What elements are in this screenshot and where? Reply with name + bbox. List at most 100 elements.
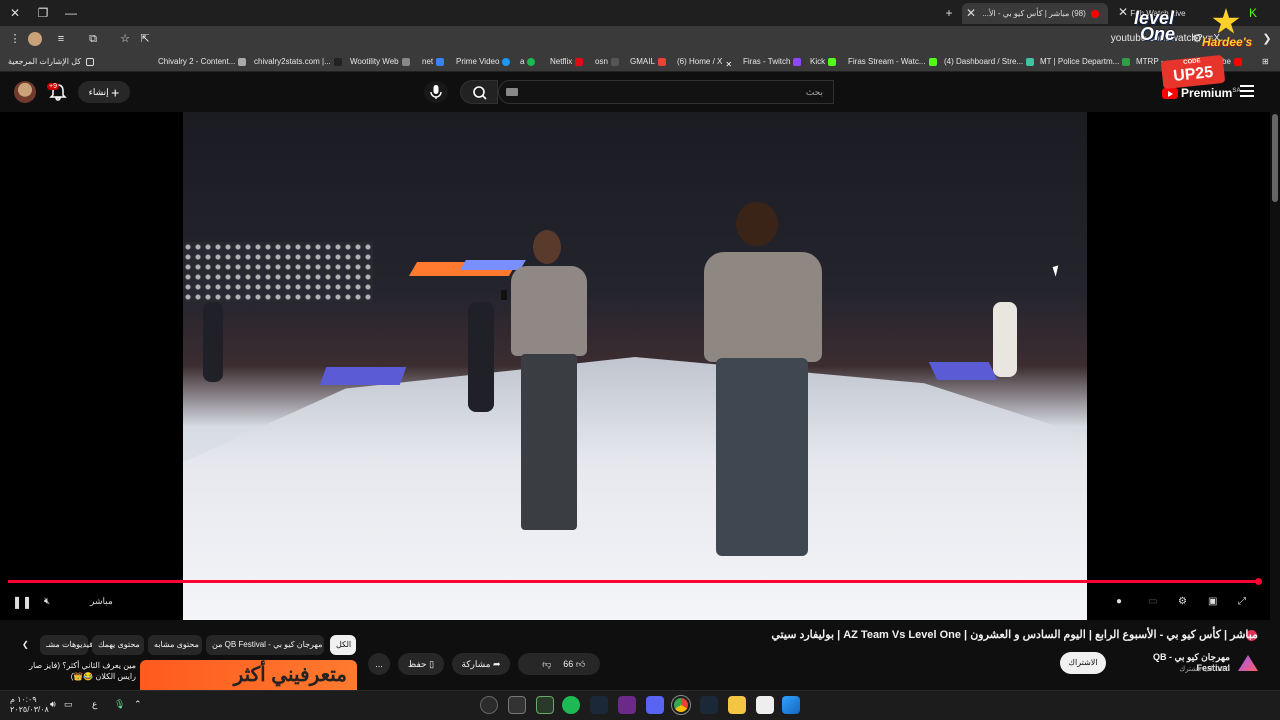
account-avatar[interactable] [14, 81, 36, 103]
netflix-icon [575, 57, 584, 66]
bookmark-star-icon[interactable]: ☆ [116, 30, 134, 48]
triangle-icon [436, 57, 445, 66]
xbox-app-icon[interactable] [536, 696, 554, 714]
install-app-icon[interactable]: ⇱ [136, 30, 154, 48]
suggested-video-thumbnail[interactable]: متعرفيني أكثر [140, 660, 357, 690]
chip-related[interactable]: محتوى مشابه [148, 635, 202, 655]
video-frame[interactable] [183, 112, 1087, 620]
bookmark-be[interactable]: be [1222, 55, 1245, 69]
browser-toolbar: ⋮ ≡ ⧉ ☆ ⇱ youtube.com/watch?v=X ⚙ ❯ [0, 26, 1280, 52]
volume-icon[interactable]: 🔊︎ [50, 699, 56, 710]
progress-bar[interactable] [8, 580, 1258, 583]
close-window-icon[interactable]: ✕ [6, 4, 24, 22]
tab-notification-count: (98) [1071, 9, 1086, 18]
gmail-icon [657, 57, 666, 66]
background-person [993, 302, 1017, 377]
bookmark-wootility[interactable]: Wootility Web [350, 55, 413, 69]
shield-icon [238, 57, 247, 66]
bookmark-gmail[interactable]: GMAIL [630, 55, 669, 69]
arena-barrier [928, 362, 998, 380]
windows-start-icon[interactable] [782, 696, 800, 714]
minimize-window-icon[interactable]: — [62, 4, 80, 22]
guide-menu-icon[interactable] [1240, 85, 1254, 97]
keyboard-icon [401, 57, 410, 66]
live-indicator[interactable]: مباشر [90, 596, 113, 607]
site-icon [1122, 57, 1131, 66]
dislike-icon[interactable]: 👎︎ [533, 653, 561, 675]
chip-from-channel[interactable]: من QB Festival - مهرجان كيو بي [206, 635, 324, 655]
new-tab-button[interactable]: + [940, 4, 958, 22]
save-button[interactable]: حفظ ▯ [398, 653, 444, 675]
settings-gear-icon[interactable]: ⚙ [1178, 594, 1187, 610]
bookmark-prime-video[interactable]: Prime Video [456, 55, 513, 69]
chip-for-you[interactable]: محتوى يهمك [92, 635, 144, 655]
system-clock[interactable]: ١٠:٠٩ م ٢٠٢٥/٠٣/٠٨ [10, 695, 49, 715]
pause-icon[interactable]: ❚❚ [12, 594, 32, 610]
network-icon[interactable]: ▭ [64, 699, 73, 710]
discord-app-icon[interactable] [646, 696, 664, 714]
bookmark-a[interactable]: a [520, 55, 538, 69]
bookmark-police-dept[interactable]: MT | Police Departm... [1040, 55, 1133, 69]
share-button[interactable]: مشاركة ➦ [452, 653, 510, 675]
chevron-left-icon[interactable]: ❮ [16, 635, 34, 655]
create-button[interactable]: إنشاء + [78, 81, 130, 103]
spotify-app-icon[interactable] [562, 696, 580, 714]
theater-mode-icon[interactable]: ▣ [1208, 594, 1217, 610]
chrome-app-icon[interactable] [671, 695, 691, 715]
stadium-crowd [183, 242, 373, 302]
bookmark-firas-twitch[interactable]: Firas - Twitch [743, 55, 804, 69]
keyboard-icon[interactable] [506, 88, 518, 96]
voice-search-mic-icon[interactable] [424, 81, 448, 103]
chip-all[interactable]: الكل [330, 635, 356, 655]
subtitles-icon[interactable]: ▭ [1148, 594, 1157, 610]
bookmark-netflix[interactable]: Netflix [550, 55, 586, 69]
progress-scrubber[interactable] [1255, 578, 1262, 585]
bookmarks-overflow-icon[interactable]: ⊞ [1262, 55, 1269, 69]
like-icon[interactable]: 👍︎ [576, 659, 585, 669]
bookmark-net[interactable]: net [422, 55, 447, 69]
arena-barrier [319, 367, 407, 385]
bookmark-osn[interactable]: osn [595, 55, 622, 69]
bookmark-x-home[interactable]: (6) Home / X ✕ [677, 55, 735, 69]
all-bookmarks-folder[interactable]: كل الإشارات المرجعية [8, 55, 97, 69]
extensions-icon[interactable]: ⧉ [84, 30, 102, 48]
close-tab-icon[interactable]: ✕ [1118, 3, 1128, 21]
file-explorer-app-icon[interactable] [728, 696, 746, 714]
bookmark-kick[interactable]: Kick [810, 55, 839, 69]
mute-icon[interactable]: 🔇︎ [44, 594, 50, 610]
mic-tray-icon[interactable]: 🎙︎ [114, 699, 125, 710]
menu-dots-icon[interactable]: ⋮ [6, 30, 24, 48]
more-actions-button[interactable]: ... [368, 653, 390, 675]
fullscreen-icon[interactable]: ⤢ [1238, 594, 1246, 610]
notepad-app-icon[interactable] [756, 696, 774, 714]
restore-window-icon[interactable]: ❐ [34, 4, 52, 22]
tray-overflow-chevron-icon[interactable]: ⌃ [134, 699, 142, 710]
autoplay-icon[interactable]: ● [1116, 594, 1122, 610]
language-indicator[interactable]: ع [92, 699, 97, 710]
create-label: إنشاء [88, 87, 109, 97]
back-arrow-icon[interactable]: ❯ [1258, 30, 1276, 48]
next-app-icon[interactable] [618, 696, 636, 714]
search-button[interactable] [460, 80, 498, 104]
profile-avatar[interactable] [28, 32, 42, 46]
media-controls-icon[interactable]: ≡ [52, 30, 70, 48]
scrollbar-thumb[interactable] [1272, 114, 1278, 202]
level-one-logo: level One [1134, 8, 1176, 44]
bookmark-chivalry2stats[interactable]: chivalry2stats.com |... [254, 55, 345, 69]
tab-youtube-live[interactable]: (98) مباشر | كأس كيو بي - الأ... [962, 3, 1108, 24]
terminal-app-icon[interactable] [508, 696, 526, 714]
steam-app-icon[interactable] [590, 696, 608, 714]
steam-app-icon-2[interactable] [700, 696, 718, 714]
bookmark-chivalry-content[interactable]: Chivalry 2 - Content... [158, 55, 249, 69]
x-icon: ✕ [725, 59, 733, 69]
bookmark-firas-stream[interactable]: Firas Stream - Watc... [848, 55, 940, 69]
suggested-video-title[interactable]: مين يعرف الثاني أكثر؟ (فايز صار رايس الك… [10, 660, 136, 682]
close-tab-icon[interactable]: ✕ [962, 4, 980, 22]
chip-videos[interactable]: فيديوهات مشـ... [40, 635, 100, 655]
channel-logo[interactable] [1238, 655, 1258, 671]
search-input[interactable]: بحث [498, 80, 834, 104]
bookmark-dashboard[interactable]: (4) Dashboard / Stre... [944, 55, 1037, 69]
subscribe-button[interactable]: الاشتراك [1060, 652, 1106, 674]
obs-app-icon[interactable] [480, 696, 498, 714]
bookmarks-bar: كل الإشارات المرجعية Chivalry 2 - Conten… [0, 52, 1280, 72]
